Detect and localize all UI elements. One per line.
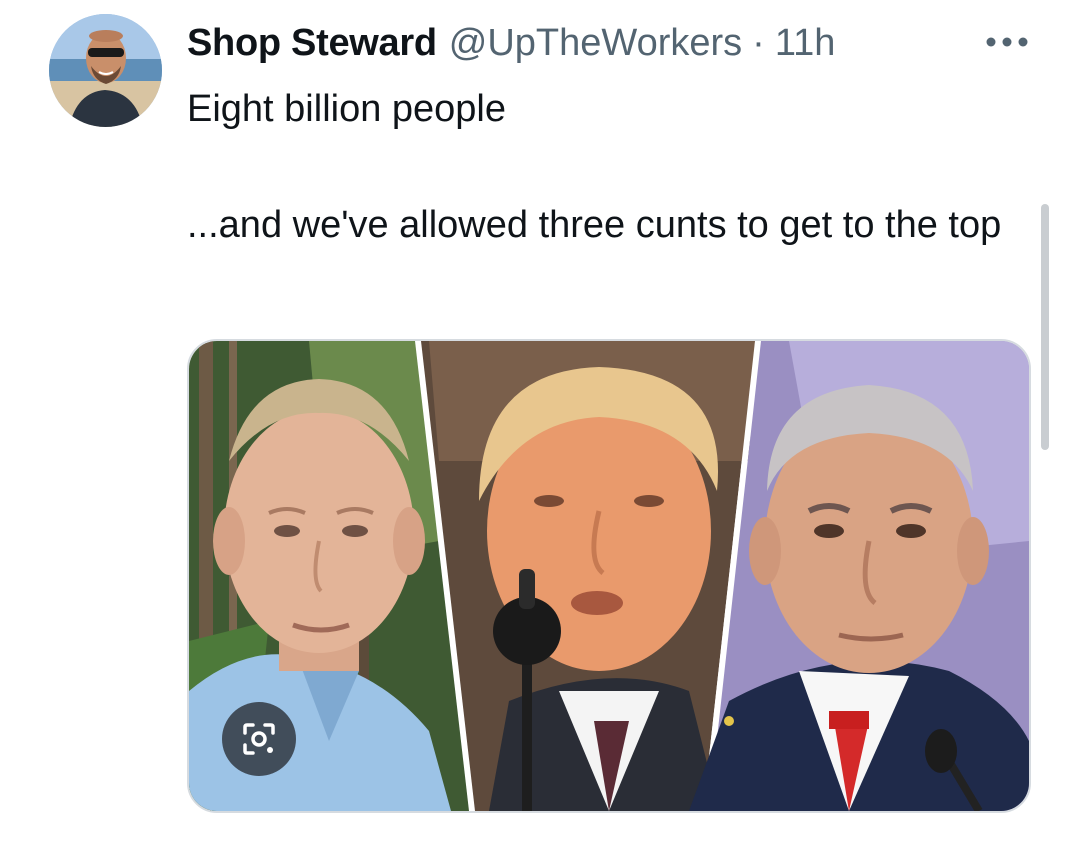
media-image [189, 341, 1029, 811]
visual-search-button[interactable] [222, 702, 296, 776]
portrait-center [421, 341, 755, 811]
tweet-card[interactable]: Shop Steward @UpTheWorkers · 11h Eight b… [0, 0, 1080, 845]
tweet-timestamp[interactable]: 11h [775, 22, 836, 65]
author-avatar[interactable] [49, 14, 162, 127]
header-separator: · [752, 21, 765, 64]
visual-search-lens-icon [243, 723, 275, 755]
avatar-photo [49, 14, 162, 127]
tweet-text-line: Eight billion people [187, 88, 507, 130]
author-display-name[interactable]: Shop Steward [187, 22, 437, 65]
tweet-body: Eight billion people ...and we've allowe… [187, 80, 1017, 254]
tweet-text-line: ...and we've allowed three cunts to get … [187, 204, 1002, 246]
tweet-header: Shop Steward @UpTheWorkers · 11h [187, 18, 835, 68]
more-horizontal-icon [986, 37, 1028, 47]
tweet-media[interactable] [187, 339, 1031, 813]
scrollbar-thumb[interactable] [1041, 204, 1049, 450]
more-options-button[interactable] [982, 22, 1032, 62]
author-handle[interactable]: @UpTheWorkers [449, 22, 742, 65]
